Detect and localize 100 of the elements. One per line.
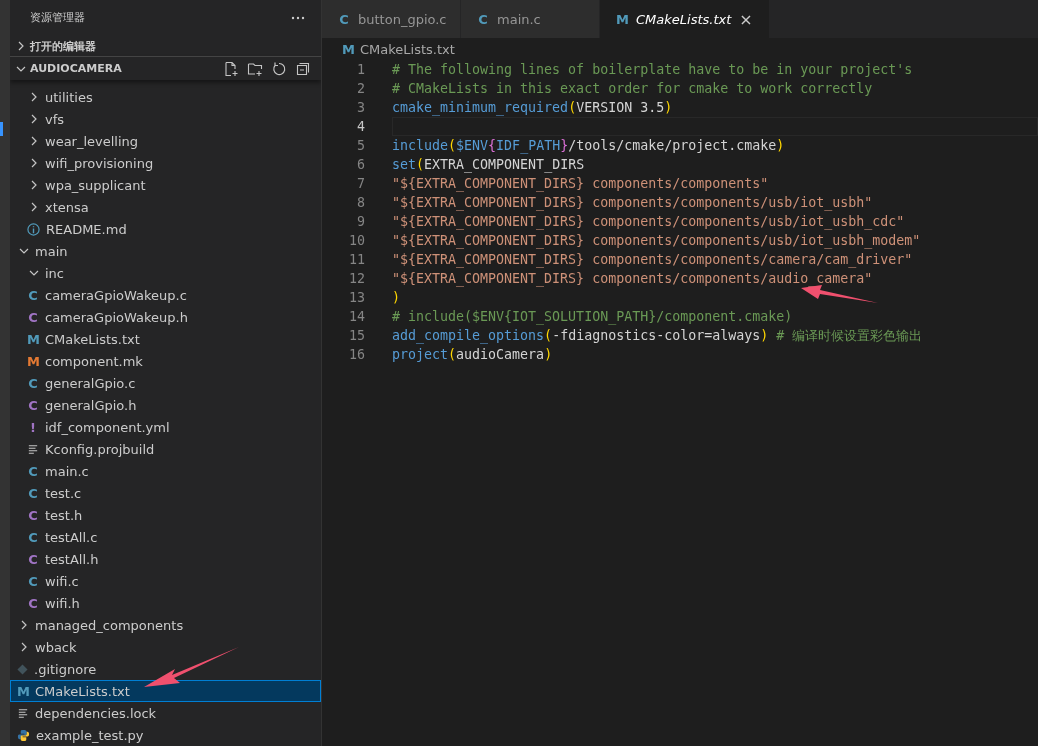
- close-icon[interactable]: ×: [739, 9, 753, 29]
- line-number: 5: [356, 138, 365, 153]
- item-label: wear_levelling: [45, 133, 139, 149]
- item-label: main: [35, 243, 68, 259]
- code-line: "${EXTRA_COMPONENT_DIRS} components/components/usb/iot_usbh_modem": [392, 232, 921, 250]
- file-type-icon: C: [27, 595, 39, 611]
- editor-tab[interactable]: C button_gpio.c: [322, 0, 461, 38]
- chevron-right-icon: [29, 92, 39, 102]
- folder-item[interactable]: inc: [10, 262, 321, 284]
- folder-item[interactable]: xtensa: [10, 196, 321, 218]
- line-number: 11: [348, 252, 365, 267]
- code-line: "${EXTRA_COMPONENT_DIRS} components/components": [392, 175, 769, 193]
- file-type-icon: C: [27, 309, 39, 325]
- file-item[interactable]: M CMakeLists.txt: [10, 328, 321, 350]
- folder-item[interactable]: main: [10, 240, 321, 262]
- file-type-icon: C: [27, 485, 39, 501]
- python-icon: [17, 728, 30, 742]
- collapse-all-icon[interactable]: [295, 60, 311, 77]
- item-label: component.mk: [45, 353, 143, 369]
- new-file-icon[interactable]: [223, 60, 239, 77]
- folder-item[interactable]: wifi_provisioning: [10, 152, 321, 174]
- folder-item[interactable]: wear_levelling: [10, 130, 321, 152]
- line-number: 14: [348, 309, 365, 324]
- file-item[interactable]: .gitignore: [10, 658, 321, 680]
- code-line: ): [392, 289, 400, 307]
- code-line: "${EXTRA_COMPONENT_DIRS} components/components/usb/iot_usbh_cdc": [392, 213, 905, 231]
- file-type-icon: C: [338, 11, 350, 27]
- item-label: test.c: [45, 485, 82, 501]
- item-label: wback: [35, 639, 77, 655]
- file-item[interactable]: C testAll.h: [10, 548, 321, 570]
- more-icon[interactable]: [291, 15, 305, 20]
- file-type-icon: C: [27, 463, 39, 479]
- file-type-icon: !: [27, 419, 39, 435]
- editor-tab[interactable]: C main.c: [461, 0, 600, 38]
- file-item[interactable]: ! idf_component.yml: [10, 416, 321, 438]
- file-type-icon: M: [17, 683, 29, 699]
- line-number: 1: [356, 62, 365, 77]
- open-editors-header[interactable]: 打开的编辑器: [10, 35, 321, 57]
- editor-tab[interactable]: M CMakeLists.txt ×: [600, 0, 770, 38]
- project-header[interactable]: AUDIOCAMERA: [10, 56, 321, 80]
- file-item[interactable]: C main.c: [10, 460, 321, 482]
- file-type-icon: C: [27, 287, 39, 303]
- line-number: 2: [356, 81, 365, 96]
- file-type-icon: M: [616, 11, 628, 27]
- item-label: dependencies.lock: [35, 705, 157, 721]
- item-label: wpa_supplicant: [45, 177, 146, 193]
- chevron-right-icon: [29, 114, 39, 124]
- file-item[interactable]: C wifi.c: [10, 570, 321, 592]
- text-lines-icon: [27, 444, 39, 454]
- item-label: test.h: [45, 507, 83, 523]
- new-folder-icon[interactable]: [247, 60, 263, 77]
- activity-indicator: [0, 122, 3, 136]
- folder-item[interactable]: vfs: [10, 108, 321, 130]
- item-label: xtensa: [45, 199, 89, 215]
- item-label: vfs: [45, 111, 65, 127]
- file-item[interactable]: example_test.py: [10, 724, 321, 746]
- file-type-icon: C: [477, 11, 489, 27]
- refresh-icon[interactable]: [271, 60, 287, 77]
- file-item[interactable]: C testAll.c: [10, 526, 321, 548]
- file-item[interactable]: Kconfig.projbuild: [10, 438, 321, 460]
- code-line: # The following lines of boilerplate have to be in your project's: [392, 61, 913, 79]
- file-type-icon: M: [342, 41, 354, 57]
- folder-item[interactable]: wpa_supplicant: [10, 174, 321, 196]
- code-line: "${EXTRA_COMPONENT_DIRS} components/components/audio_camera": [392, 270, 873, 288]
- file-item[interactable]: C cameraGpioWakeup.h: [10, 306, 321, 328]
- text-lines-icon: [17, 708, 29, 718]
- file-item[interactable]: C wifi.h: [10, 592, 321, 614]
- file-type-icon: C: [27, 551, 39, 567]
- file-item[interactable]: M CMakeLists.txt: [10, 680, 321, 702]
- line-number: 4: [356, 119, 365, 134]
- file-item[interactable]: README.md: [10, 218, 321, 240]
- folder-item[interactable]: wback: [10, 636, 321, 658]
- item-label: Kconfig.projbuild: [45, 441, 155, 457]
- item-label: generalGpio.h: [45, 397, 137, 413]
- chevron-right-icon: [19, 620, 29, 630]
- line-number: 8: [356, 195, 365, 210]
- file-item[interactable]: C cameraGpioWakeup.c: [10, 284, 321, 306]
- file-item[interactable]: C generalGpio.c: [10, 372, 321, 394]
- code-line: set(EXTRA_COMPONENT_DIRS: [392, 156, 585, 174]
- file-item[interactable]: C test.c: [10, 482, 321, 504]
- info-icon: [27, 222, 40, 236]
- item-label: generalGpio.c: [45, 375, 136, 391]
- file-type-icon: C: [27, 573, 39, 589]
- folder-item[interactable]: utilities: [10, 86, 321, 108]
- line-number: 3: [356, 100, 365, 115]
- code-line: # CMakeLists in this exact order for cmake to work correctly: [392, 80, 873, 98]
- code-line: cmake_minimum_required(VERSION 3.5): [392, 99, 673, 117]
- breadcrumb-item[interactable]: CMakeLists.txt: [360, 41, 455, 57]
- item-label: testAll.h: [45, 551, 99, 567]
- item-label: README.md: [46, 221, 127, 237]
- file-item[interactable]: M component.mk: [10, 350, 321, 372]
- file-item[interactable]: C test.h: [10, 504, 321, 526]
- file-item[interactable]: C generalGpio.h: [10, 394, 321, 416]
- folder-item[interactable]: managed_components: [10, 614, 321, 636]
- code-line: add_compile_options(-fdiagnostics-color=always) # 编译时候设置彩色输出: [392, 327, 923, 345]
- file-item[interactable]: dependencies.lock: [10, 702, 321, 724]
- tab-label: main.c: [497, 11, 541, 27]
- file-type-icon: M: [27, 331, 39, 347]
- line-number: 7: [356, 176, 365, 191]
- file-type-icon: C: [27, 529, 39, 545]
